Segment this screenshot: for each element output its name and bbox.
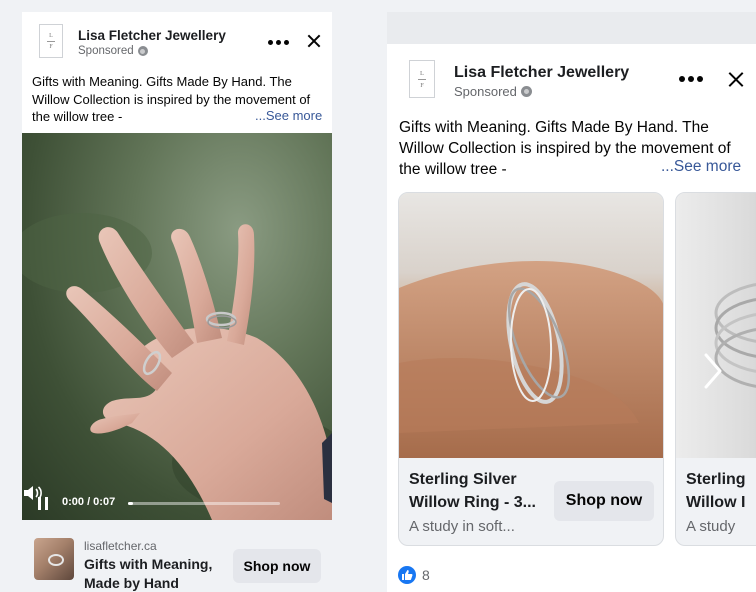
volume-icon[interactable]: [22, 484, 44, 502]
product-title: Sterling Silver Willow Ring - 3...: [409, 468, 549, 514]
product-title-line-2: Willow Ring - 3...: [409, 494, 536, 511]
product-title-line-2: Willow I: [686, 494, 746, 511]
video-progress-bar[interactable]: [128, 502, 280, 505]
shop-now-button[interactable]: Shop now: [554, 481, 654, 521]
carousel-card[interactable]: Sterling Willow I A study: [675, 192, 756, 546]
ad-domain: lisafletcher.ca: [84, 539, 157, 553]
reaction-count: 8: [422, 567, 430, 583]
card-top-bar: [387, 12, 756, 44]
globe-icon: [520, 86, 532, 97]
product-description: A study in soft...: [409, 518, 515, 535]
ad-headline: Gifts with Meaning, Made by Hand: [84, 556, 213, 591]
ring-on-finger-image: [399, 193, 663, 458]
video-ad-card: L F Lisa Fletcher Jewellery Sponsored Gi…: [22, 12, 332, 592]
ad-footer[interactable]: lisafletcher.ca Gifts with Meaning, Made…: [22, 520, 332, 592]
logo-letter-top: L: [420, 69, 424, 77]
hand-with-rings-image: [22, 213, 332, 520]
product-thumbnail: [34, 538, 74, 580]
like-icon: [398, 566, 416, 584]
video-player[interactable]: 0:00 / 0:07: [22, 133, 332, 520]
brand-logo[interactable]: L F: [409, 60, 435, 98]
carousel-ad-card: L F Lisa Fletcher Jewellery Sponsored Gi…: [387, 12, 756, 592]
logo-letter-top: L: [49, 32, 53, 39]
brand-logo[interactable]: L F: [39, 24, 63, 58]
close-icon[interactable]: [726, 70, 745, 89]
product-title-line-1: Sterling Silver: [409, 471, 517, 488]
sponsored-label: Sponsored: [78, 45, 148, 57]
logo-divider: [47, 40, 55, 42]
more-options-icon[interactable]: [679, 76, 703, 82]
brand-name[interactable]: Lisa Fletcher Jewellery: [78, 28, 226, 43]
see-more-link[interactable]: ...See more: [657, 158, 742, 176]
shop-now-button[interactable]: Shop now: [233, 549, 321, 583]
logo-letter-bottom: F: [420, 81, 424, 89]
reactions-summary[interactable]: 8: [398, 566, 430, 584]
product-description: A study: [686, 518, 736, 535]
close-icon[interactable]: [306, 33, 322, 49]
video-controls: 0:00 / 0:07: [22, 484, 332, 520]
chevron-right-icon[interactable]: [700, 351, 726, 391]
brand-name[interactable]: Lisa Fletcher Jewellery: [454, 64, 629, 82]
logo-divider: [418, 78, 426, 80]
sponsored-text: Sponsored: [454, 84, 517, 99]
sponsored-label: Sponsored: [454, 84, 532, 99]
sponsored-text: Sponsored: [78, 45, 134, 57]
ad-header: L F Lisa Fletcher Jewellery Sponsored: [22, 12, 332, 72]
carousel-card[interactable]: Sterling Silver Willow Ring - 3... A stu…: [398, 192, 664, 546]
globe-icon: [137, 46, 148, 56]
see-more-link[interactable]: ...See more: [251, 108, 323, 123]
video-time: 0:00 / 0:07: [62, 496, 116, 508]
logo-letter-bottom: F: [49, 43, 53, 50]
more-options-icon[interactable]: [268, 40, 289, 45]
product-title-line-1: Sterling: [686, 471, 746, 488]
video-progress-fill: [128, 502, 133, 505]
product-title: Sterling Willow I: [686, 468, 756, 514]
stacked-rings-image: [676, 193, 756, 458]
